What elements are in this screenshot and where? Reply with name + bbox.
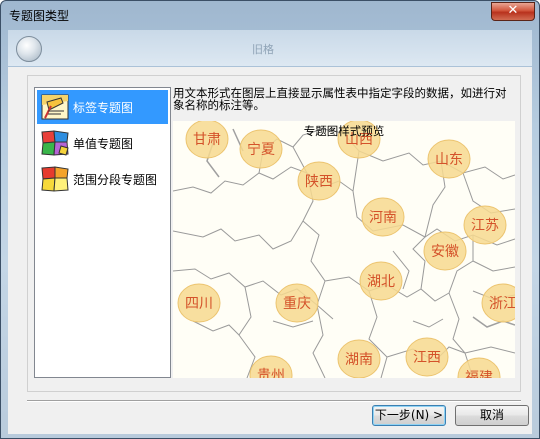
- wizard-logo-icon: [16, 36, 42, 62]
- map-label-guizhou: 贵州: [249, 355, 293, 378]
- label-text: 陕西: [305, 174, 333, 190]
- map-label-sichuan: 四川: [177, 283, 221, 323]
- label-text: 宁夏: [247, 141, 275, 158]
- window-title: 专题图类型: [9, 9, 70, 23]
- map-label-anhui: 安徽: [423, 231, 467, 271]
- wizard-header: 旧格: [8, 30, 532, 66]
- label-text: 江苏: [471, 218, 499, 234]
- list-item-label: 单值专题图: [73, 137, 134, 151]
- map-label-fujian: 福建: [457, 357, 501, 378]
- map-label-shandong: 山东: [427, 139, 471, 179]
- label-text: 四川: [185, 296, 213, 312]
- footer-separator: [27, 400, 521, 402]
- map-label-hubei: 湖北: [359, 261, 403, 301]
- thematic-preview: 专题图样式预览 甘肃 宁夏 山西 山东 陕西 河南 江苏 安徽 湖北 四川 重庆…: [173, 121, 515, 378]
- preview-title: 专题图样式预览: [303, 124, 385, 138]
- list-item-label: 范围分段专题图: [73, 173, 158, 187]
- thematic-type-list[interactable]: 标签专题图 单值专题图 范围分段专题图: [34, 87, 171, 378]
- dialog-window: 专题图类型 ✕ 旧格 标签专题图 单值专题图 范围分段专题图 用文本形式在图层上…: [0, 0, 540, 439]
- unique-value-thematic-icon: [41, 130, 69, 156]
- label-text: 福建: [465, 370, 493, 378]
- content-panel: 标签专题图 单值专题图 范围分段专题图 用文本形式在图层上直接显示属性表中指定字…: [8, 67, 532, 434]
- list-item-range-thematic[interactable]: 范围分段专题图: [37, 162, 168, 196]
- label-text: 贵州: [257, 368, 285, 378]
- label-thematic-icon: [41, 94, 69, 120]
- map-label-jiangsu: 江苏: [463, 205, 507, 245]
- label-text: 安徽: [431, 244, 459, 260]
- map-label-hunan: 湖南: [337, 339, 381, 378]
- cancel-button[interactable]: 取消: [455, 405, 529, 426]
- next-button[interactable]: 下一步(N) >: [372, 405, 446, 426]
- map-label-henan: 河南: [361, 197, 405, 237]
- map-label-jiangxi: 江西: [405, 337, 449, 377]
- label-text: 湖南: [345, 352, 373, 368]
- label-text: 浙江: [489, 296, 515, 312]
- range-thematic-icon: [41, 166, 69, 192]
- label-text: 河南: [369, 210, 397, 226]
- map-label-zhejiang: 浙江: [481, 283, 515, 323]
- close-button[interactable]: ✕: [491, 2, 535, 21]
- header-watermark: 旧格: [252, 43, 274, 56]
- list-item-label: 标签专题图: [73, 99, 134, 116]
- map-label-chongqing: 重庆: [275, 283, 319, 323]
- list-item-unique-value-thematic[interactable]: 单值专题图: [37, 126, 168, 160]
- label-text: 山东: [435, 152, 463, 168]
- label-text: 江西: [413, 350, 441, 366]
- map-label-shaanxi: 陕西: [297, 161, 341, 201]
- label-text: 重庆: [283, 296, 311, 312]
- label-text: 湖北: [367, 274, 395, 290]
- list-item-label-thematic[interactable]: 标签专题图: [37, 90, 168, 124]
- title-bar[interactable]: 专题图类型 ✕: [1, 1, 539, 29]
- type-description: 用文本形式在图层上直接显示属性表中指定字段的数据，如进行对象名称的标注等。: [173, 86, 507, 112]
- preview-map: 甘肃宁夏山西山东陕西河南 江苏安徽湖北四川 重庆 浙江湖南 江西贵州 福建: [173, 121, 515, 378]
